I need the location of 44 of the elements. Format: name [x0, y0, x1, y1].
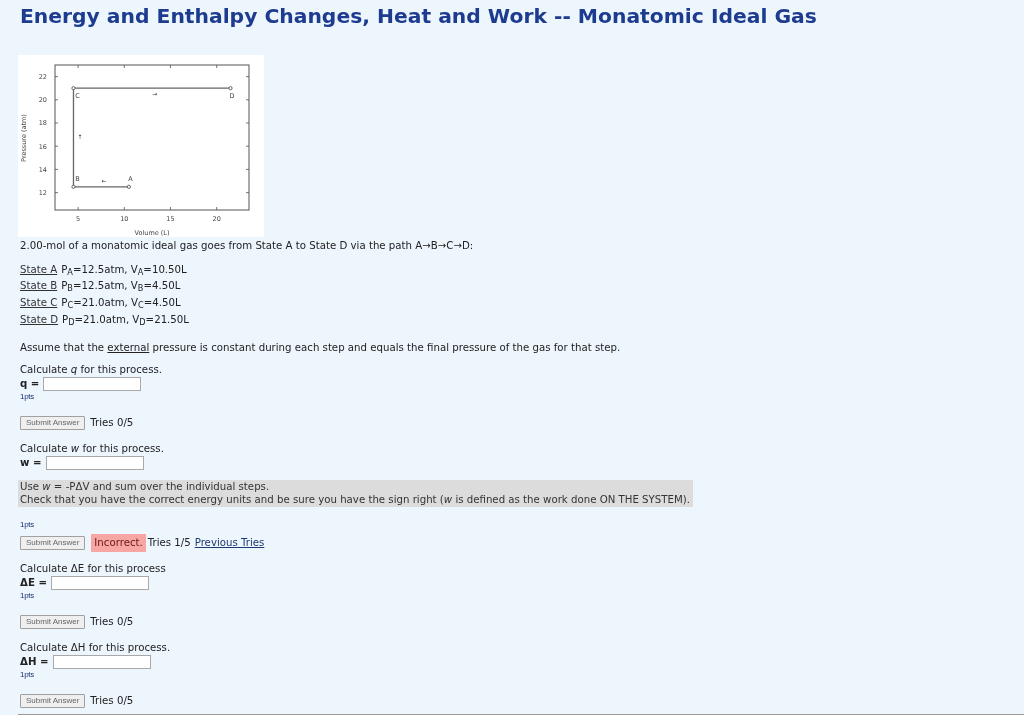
points-label: 1pts: [20, 590, 35, 601]
question-prompt: Calculate w for this process.: [20, 441, 165, 456]
tries-count: Tries 0/5: [90, 616, 134, 628]
answer-field[interactable]: [45, 455, 144, 470]
state-values: P$_{B}$=12.5atm, V$_{B}$=4.50L: [61, 280, 181, 292]
state-values: P$_{D}$=21.0atm, V$_{D}$=21.50L: [62, 313, 189, 325]
tries-count: Tries 1/5: [147, 537, 191, 549]
hint-text: Use w = -PΔV and sum over the individual steps.: [20, 479, 271, 494]
answer-label: w =: [20, 457, 42, 469]
answer-label: ΔH =: [20, 656, 49, 668]
tries-count: Tries 0/5: [90, 695, 134, 707]
submit-button[interactable]: Submit Answer: [20, 614, 86, 629]
glossary-link[interactable]: external: [107, 341, 150, 353]
points-label: 1pts: [20, 391, 35, 402]
feedback-status: Incorrect.: [91, 533, 146, 552]
data-point: [228, 86, 233, 91]
question-prompt: Calculate ΔH for this process.: [20, 640, 172, 655]
submit-button[interactable]: Submit Answer: [20, 415, 86, 430]
hint-text: Check that you have the correct energy units and be sure you have the sign right (w is defined as the work done ON THE SYSTEM).: [20, 493, 690, 507]
data-point: [71, 184, 76, 189]
state-values: P$_{A}$=12.5atm, V$_{A}$=10.50L: [61, 263, 187, 275]
points-label: 1pts: [20, 519, 35, 530]
points-label: 1pts: [20, 669, 35, 680]
answer-field[interactable]: [52, 654, 151, 669]
previous-tries-link[interactable]: Previous Tries: [194, 537, 265, 549]
answer-label: q =: [20, 378, 40, 390]
answer-label: ΔE =: [20, 577, 47, 589]
answer-field[interactable]: [50, 575, 149, 590]
assumption-text: Assume that the external pressure is constant during each step and equals the final pressure of the gas for that step.: [20, 340, 622, 355]
tries-count: Tries 0/5: [90, 417, 134, 429]
state-link[interactable]: State A: [20, 263, 58, 275]
question-prompt: Calculate q for this process.: [20, 362, 163, 377]
submit-button[interactable]: Submit Answer: [20, 693, 86, 708]
state-link[interactable]: State C: [20, 296, 58, 308]
problem-text: 2.00-mol of a monatomic ideal gas goes from State A to State D via the path A→B→C→D:: [20, 239, 475, 253]
data-point: [126, 184, 131, 189]
state-link[interactable]: State D: [20, 313, 59, 325]
state-link[interactable]: State B: [20, 280, 58, 292]
submit-button[interactable]: Submit Answer: [20, 535, 86, 550]
state-values: P$_{C}$=21.0atm, V$_{C}$=4.50L: [61, 296, 181, 308]
question-prompt: Calculate ΔE for this process: [20, 561, 167, 576]
page-title: Energy and Enthalpy Changes, Heat and Work -- Monatomic Ideal Gas: [20, 4, 818, 28]
answer-field[interactable]: [43, 376, 142, 391]
data-point: [71, 86, 76, 91]
